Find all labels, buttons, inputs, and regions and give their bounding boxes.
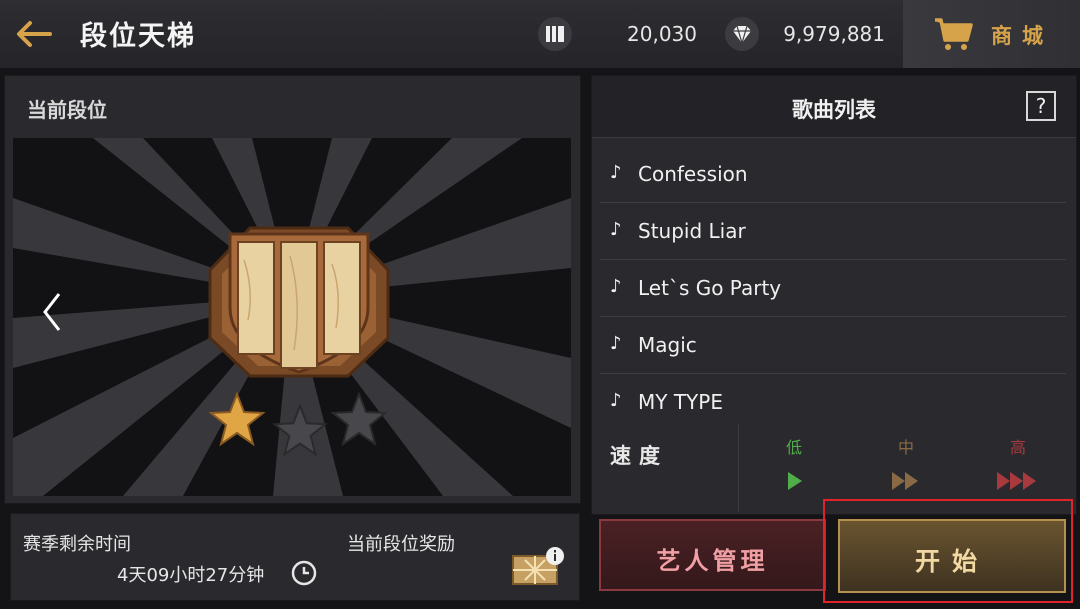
song-name: MY TYPE <box>638 390 723 414</box>
diamond-count: 9,979,881 <box>783 22 885 46</box>
music-note-icon: ♪ <box>610 276 622 297</box>
chevron-left-icon <box>43 293 61 331</box>
song-item[interactable]: ♪ Confession <box>600 146 1066 203</box>
song-name: Confession <box>638 162 748 186</box>
back-arrow-icon <box>17 21 52 47</box>
song-item[interactable]: ♪ Stupid Liar <box>600 203 1066 260</box>
start-label: 开始 <box>914 547 989 576</box>
song-list-header: 歌曲列表 ? <box>592 76 1076 138</box>
music-note-icon: ♪ <box>610 162 622 183</box>
previous-rank-button[interactable] <box>37 288 67 336</box>
top-bar: 段位天梯 20,030 9,979,881 商城 <box>0 0 1080 68</box>
ticket-card-icon <box>537 16 573 52</box>
song-item[interactable]: ♪ Let`s Go Party <box>600 260 1066 317</box>
current-rank-panel: 当前段位 <box>4 75 581 504</box>
star-empty-icon <box>272 403 328 457</box>
rank-display <box>13 138 571 496</box>
play-double-icon <box>850 470 962 492</box>
wooden-rank-badge-icon <box>208 226 390 378</box>
season-remaining-label: 赛季剩余时间 <box>23 534 131 555</box>
speed-option-label: 低 <box>785 438 802 457</box>
song-name: Magic <box>638 333 697 357</box>
song-list-title: 歌曲列表 <box>792 98 876 122</box>
song-item[interactable]: ♪ MY TYPE <box>600 374 1066 430</box>
music-note-icon: ♪ <box>610 219 622 240</box>
season-remaining-time: 4天09小时27分钟 <box>117 565 265 586</box>
cart-icon <box>935 18 973 50</box>
shop-button[interactable]: 商城 <box>903 0 1080 68</box>
artist-management-label: 艺人管理 <box>656 547 769 575</box>
music-note-icon: ♪ <box>610 390 622 411</box>
start-button[interactable]: 开始 <box>838 519 1066 593</box>
reward-gift-button[interactable] <box>511 546 565 586</box>
song-list: ♪ Confession ♪ Stupid Liar ♪ Let`s Go Pa… <box>600 146 1066 430</box>
play-single-icon <box>738 470 850 492</box>
shop-label: 商城 <box>991 24 1053 48</box>
rank-reward-label: 当前段位奖励 <box>347 534 455 555</box>
song-item[interactable]: ♪ Magic <box>600 317 1066 374</box>
back-button[interactable] <box>10 14 58 54</box>
artist-management-button[interactable]: 艺人管理 <box>599 519 826 591</box>
gift-box-icon <box>512 547 564 585</box>
clock-icon <box>291 560 317 586</box>
speed-option-label: 高 <box>1009 438 1026 457</box>
song-name: Let`s Go Party <box>638 276 782 300</box>
page-title: 段位天梯 <box>80 21 196 52</box>
speed-option-label: 中 <box>897 438 914 457</box>
play-triple-icon <box>962 470 1074 492</box>
song-name: Stupid Liar <box>638 219 746 243</box>
music-note-icon: ♪ <box>610 333 622 354</box>
diamond-icon <box>724 16 760 52</box>
speed-label: 速度 <box>610 444 668 468</box>
song-list-panel: 歌曲列表 ? ♪ Confession ♪ Stupid Liar ♪ Let`… <box>591 75 1077 515</box>
help-button[interactable]: ? <box>1026 91 1056 121</box>
current-rank-title: 当前段位 <box>27 98 107 122</box>
season-info-panel: 赛季剩余时间 4天09小时27分钟 当前段位奖励 <box>10 513 580 601</box>
star-gold-icon <box>208 391 266 447</box>
ticket-count: 20,030 <box>627 22 697 46</box>
star-empty-icon <box>330 391 388 447</box>
